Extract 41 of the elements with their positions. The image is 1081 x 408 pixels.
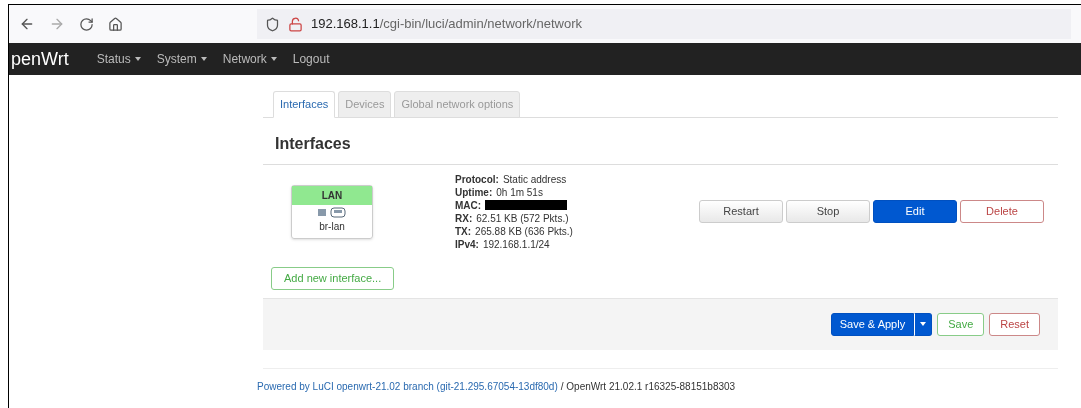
detail-label: TX:	[455, 224, 472, 238]
nav-menu[interactable]: System	[156, 50, 207, 68]
nav-menu[interactable]: Network	[222, 50, 277, 68]
caret-icon	[920, 322, 927, 326]
home-icon[interactable]	[108, 16, 123, 32]
caret-icon	[134, 57, 141, 61]
url-text: 192.168.1.1/cgi-bin/luci/admin/network/network	[311, 15, 582, 34]
detail-label: IPv4:	[455, 237, 479, 251]
shield-icon	[265, 16, 280, 32]
caret-icon	[200, 57, 207, 61]
caret-icon	[270, 57, 277, 61]
detail-value: 265.88 KB (636 Pkts.)	[475, 224, 573, 238]
detail-label: Protocol:	[455, 172, 499, 186]
detail-label: MAC:	[455, 198, 482, 212]
footer-button[interactable]: Reset	[989, 312, 1040, 336]
back-icon[interactable]	[19, 16, 35, 32]
luci-link[interactable]: Powered by LuCI openwrt-21.02 branch (git-21.295.67054-13df80d)	[257, 378, 558, 394]
action-button[interactable]: Restart	[699, 200, 783, 223]
action-button[interactable]: Edit	[873, 200, 957, 223]
detail-label: Uptime:	[455, 185, 493, 199]
brand-logo[interactable]: penWrt	[11, 45, 69, 73]
dropdown-button[interactable]	[914, 312, 933, 336]
action-button[interactable]: Stop	[786, 200, 870, 223]
detail-value: 62.51 KB (572 Pkts.)	[476, 211, 569, 225]
save-apply-button[interactable]: Save & Apply	[830, 312, 915, 336]
detail-value: Static address	[502, 172, 567, 186]
nav-menu[interactable]: Logout	[292, 50, 330, 68]
reload-icon[interactable]	[79, 16, 94, 32]
action-button[interactable]: Delete	[960, 200, 1044, 223]
detail-value: 192.168.1.1/24	[482, 237, 550, 251]
detail-value: 0h 1m 51s	[496, 185, 543, 199]
network-devices-icon	[317, 206, 347, 219]
address-bar[interactable]: 192.168.1.1/cgi-bin/luci/admin/network/network	[257, 9, 1071, 39]
tab[interactable]: Interfaces	[273, 91, 336, 118]
insecure-lock-icon	[288, 16, 303, 32]
section-heading: Interfaces	[275, 133, 352, 154]
detail-label: RX:	[455, 211, 473, 225]
device-name: br-lan	[319, 219, 345, 234]
version-text: / OpenWrt 21.02.1 r16325-88151b8303	[560, 379, 736, 394]
interface-name: LAN	[292, 185, 372, 205]
nav-menu[interactable]: Status	[96, 50, 141, 68]
